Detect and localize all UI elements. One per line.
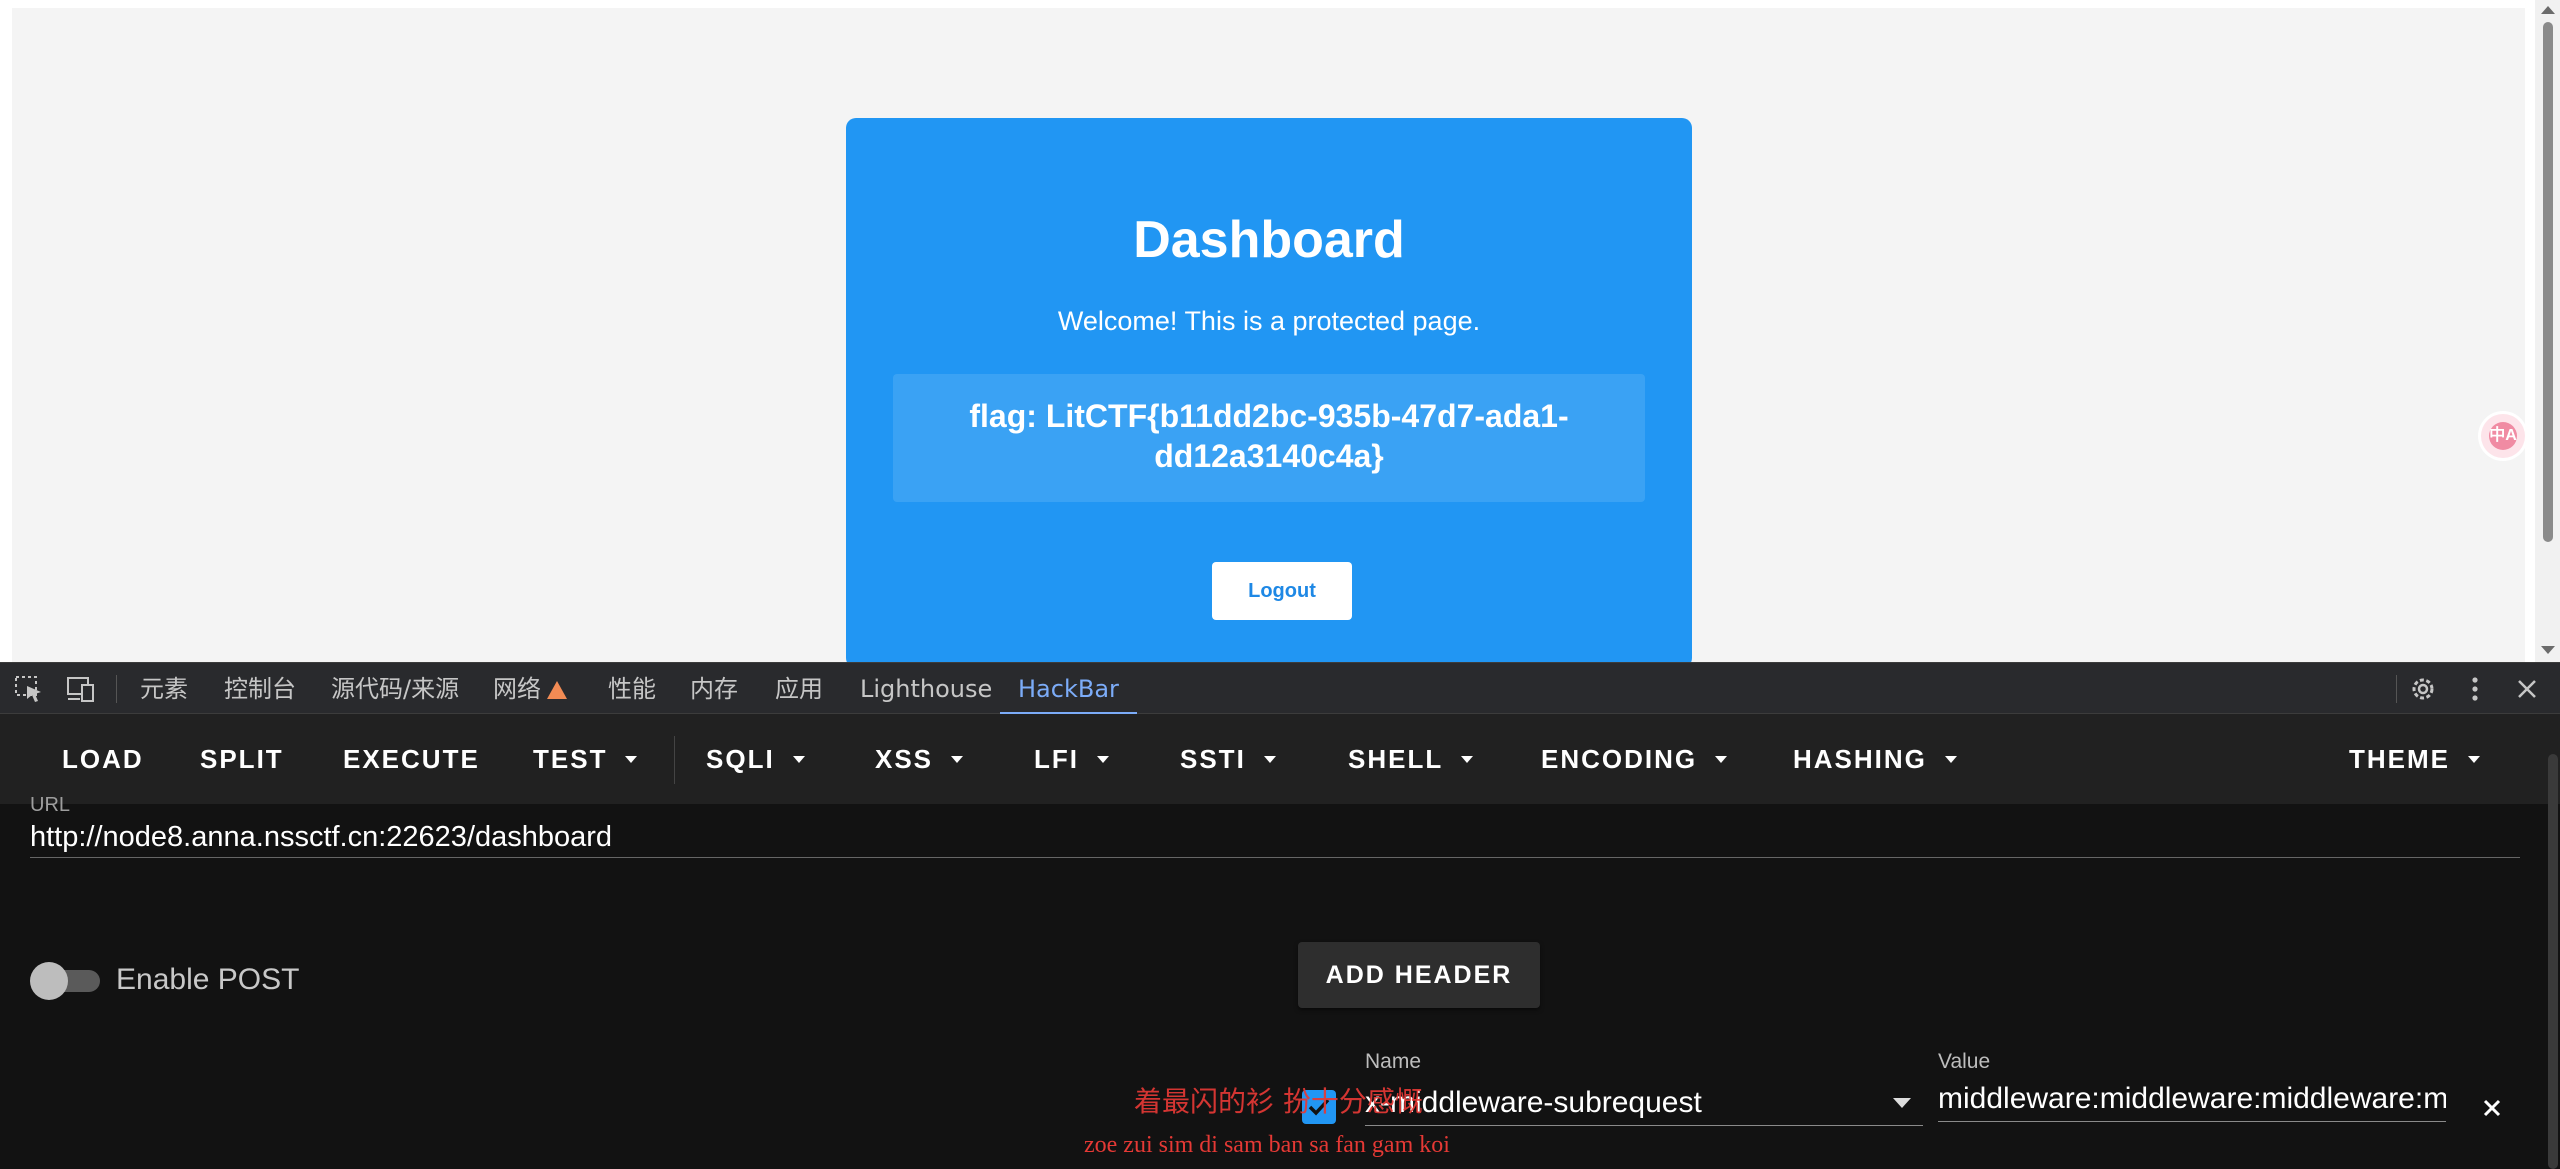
load-button[interactable]: LOAD [62, 714, 144, 804]
xss-menu-label: XSS [875, 744, 934, 774]
page-background: Dashboard Welcome! This is a protected p… [12, 8, 2525, 662]
chevron-down-icon [1461, 756, 1474, 763]
chevron-down-icon [625, 756, 638, 763]
url-label: URL [30, 794, 71, 816]
chevron-down-icon [2468, 756, 2480, 763]
split-button[interactable]: SPLIT [200, 714, 284, 804]
flag-box: flag: LitCTF{b11dd2bc-935b-47d7-ada1-dd1… [893, 374, 1645, 502]
hashing-menu[interactable]: HASHING [1793, 714, 1957, 804]
tab-console[interactable]: 控制台 [224, 663, 296, 715]
page-viewport: Dashboard Welcome! This is a protected p… [0, 0, 2560, 662]
chevron-down-icon [951, 756, 964, 763]
dashboard-card: Dashboard Welcome! This is a protected p… [846, 118, 1692, 662]
remove-header-icon[interactable] [2476, 1092, 2508, 1124]
enable-post-label: Enable POST [116, 963, 300, 996]
tab-memory[interactable]: 内存 [690, 663, 738, 715]
enable-post-toggle[interactable] [30, 962, 100, 1000]
header-name-select[interactable]: x-middleware-subrequest [1365, 1078, 1923, 1126]
chevron-down-icon [1715, 756, 1728, 763]
add-header-button[interactable]: ADD HEADER [1298, 942, 1540, 1008]
tab-sources[interactable]: 源代码/来源 [331, 663, 459, 715]
toggle-knob [30, 962, 68, 1000]
translate-icon: 中A [2489, 422, 2517, 450]
page-scrollbar[interactable] [2535, 0, 2560, 662]
header-value-text: middleware:middleware:middleware:middlew… [1938, 1082, 2446, 1115]
logout-button[interactable]: Logout [1212, 562, 1352, 620]
translate-button[interactable]: 中A [2481, 414, 2525, 458]
ssti-menu[interactable]: SSTI [1180, 714, 1276, 804]
flag-text: flag: LitCTF{b11dd2bc-935b-47d7-ada1-dd1… [969, 398, 1569, 474]
sqli-menu-label: SQLI [706, 744, 775, 774]
tab-network-label: 网络 [493, 675, 541, 703]
toolbar-divider [674, 736, 675, 784]
encoding-menu-label: ENCODING [1541, 744, 1698, 774]
xss-menu[interactable]: XSS [875, 714, 964, 804]
hackbar-scrollbar[interactable] [2548, 754, 2558, 1169]
header-value-input[interactable]: middleware:middleware:middleware:middlew… [1938, 1078, 2446, 1122]
lfi-menu-label: LFI [1034, 744, 1079, 774]
settings-gear-icon[interactable] [2408, 675, 2438, 703]
tab-hackbar[interactable]: HackBar [1000, 663, 1137, 715]
tab-elements[interactable]: 元素 [140, 663, 188, 715]
chevron-down-icon [1944, 756, 1957, 763]
tab-performance[interactable]: 性能 [608, 663, 656, 715]
inspect-element-icon[interactable] [14, 675, 44, 703]
sqli-menu[interactable]: SQLI [706, 714, 805, 804]
shell-menu[interactable]: SHELL [1348, 714, 1474, 804]
hashing-menu-label: HASHING [1793, 744, 1927, 774]
warning-icon [547, 681, 567, 699]
url-input[interactable] [30, 818, 2520, 858]
scroll-thumb[interactable] [2543, 22, 2553, 542]
tab-network[interactable]: 网络 [493, 663, 567, 715]
chevron-down-icon [1097, 756, 1109, 763]
theme-menu-label: THEME [2349, 744, 2450, 774]
theme-menu[interactable]: THEME [2349, 714, 2480, 804]
chevron-down-icon [1893, 1098, 1911, 1108]
chevron-down-icon [792, 756, 805, 763]
test-menu-label: TEST [533, 744, 608, 774]
ssti-menu-label: SSTI [1180, 744, 1246, 774]
hackbar-panel: LOAD SPLIT EXECUTE TEST SQLI XSS LFI SST… [0, 714, 2560, 1169]
header-name-label: Name [1365, 1050, 1422, 1073]
header-value-label: Value [1938, 1050, 1991, 1073]
toolbar-divider [2396, 675, 2397, 703]
page-title: Dashboard [1133, 211, 1405, 269]
encoding-menu[interactable]: ENCODING [1541, 714, 1728, 804]
toolbar-divider [116, 675, 117, 703]
welcome-text: Welcome! This is a protected page. [1057, 306, 1481, 336]
subtitle-chinese: 着最闪的衫 扮十分感慨 [1134, 1085, 1423, 1118]
tab-lighthouse[interactable]: Lighthouse [860, 663, 992, 715]
test-menu[interactable]: TEST [533, 714, 638, 804]
scroll-up-icon[interactable] [2541, 6, 2555, 14]
tab-application[interactable]: 应用 [775, 663, 823, 715]
subtitle-romanized: zoe zui sim di sam ban sa fan gam koi [1084, 1132, 1450, 1158]
chevron-down-icon [1263, 756, 1276, 763]
close-devtools-icon[interactable] [2512, 675, 2542, 703]
execute-button[interactable]: EXECUTE [343, 714, 480, 804]
devtools-tabbar: 元素 控制台 源代码/来源 网络 性能 内存 应用 Lighthouse Hac… [0, 662, 2560, 715]
lfi-menu[interactable]: LFI [1034, 714, 1109, 804]
shell-menu-label: SHELL [1348, 744, 1444, 774]
more-options-icon[interactable] [2460, 675, 2490, 703]
scroll-down-icon[interactable] [2541, 646, 2555, 654]
hackbar-toolbar: LOAD SPLIT EXECUTE TEST SQLI XSS LFI SST… [0, 714, 2560, 804]
device-toolbar-icon[interactable] [66, 675, 96, 703]
